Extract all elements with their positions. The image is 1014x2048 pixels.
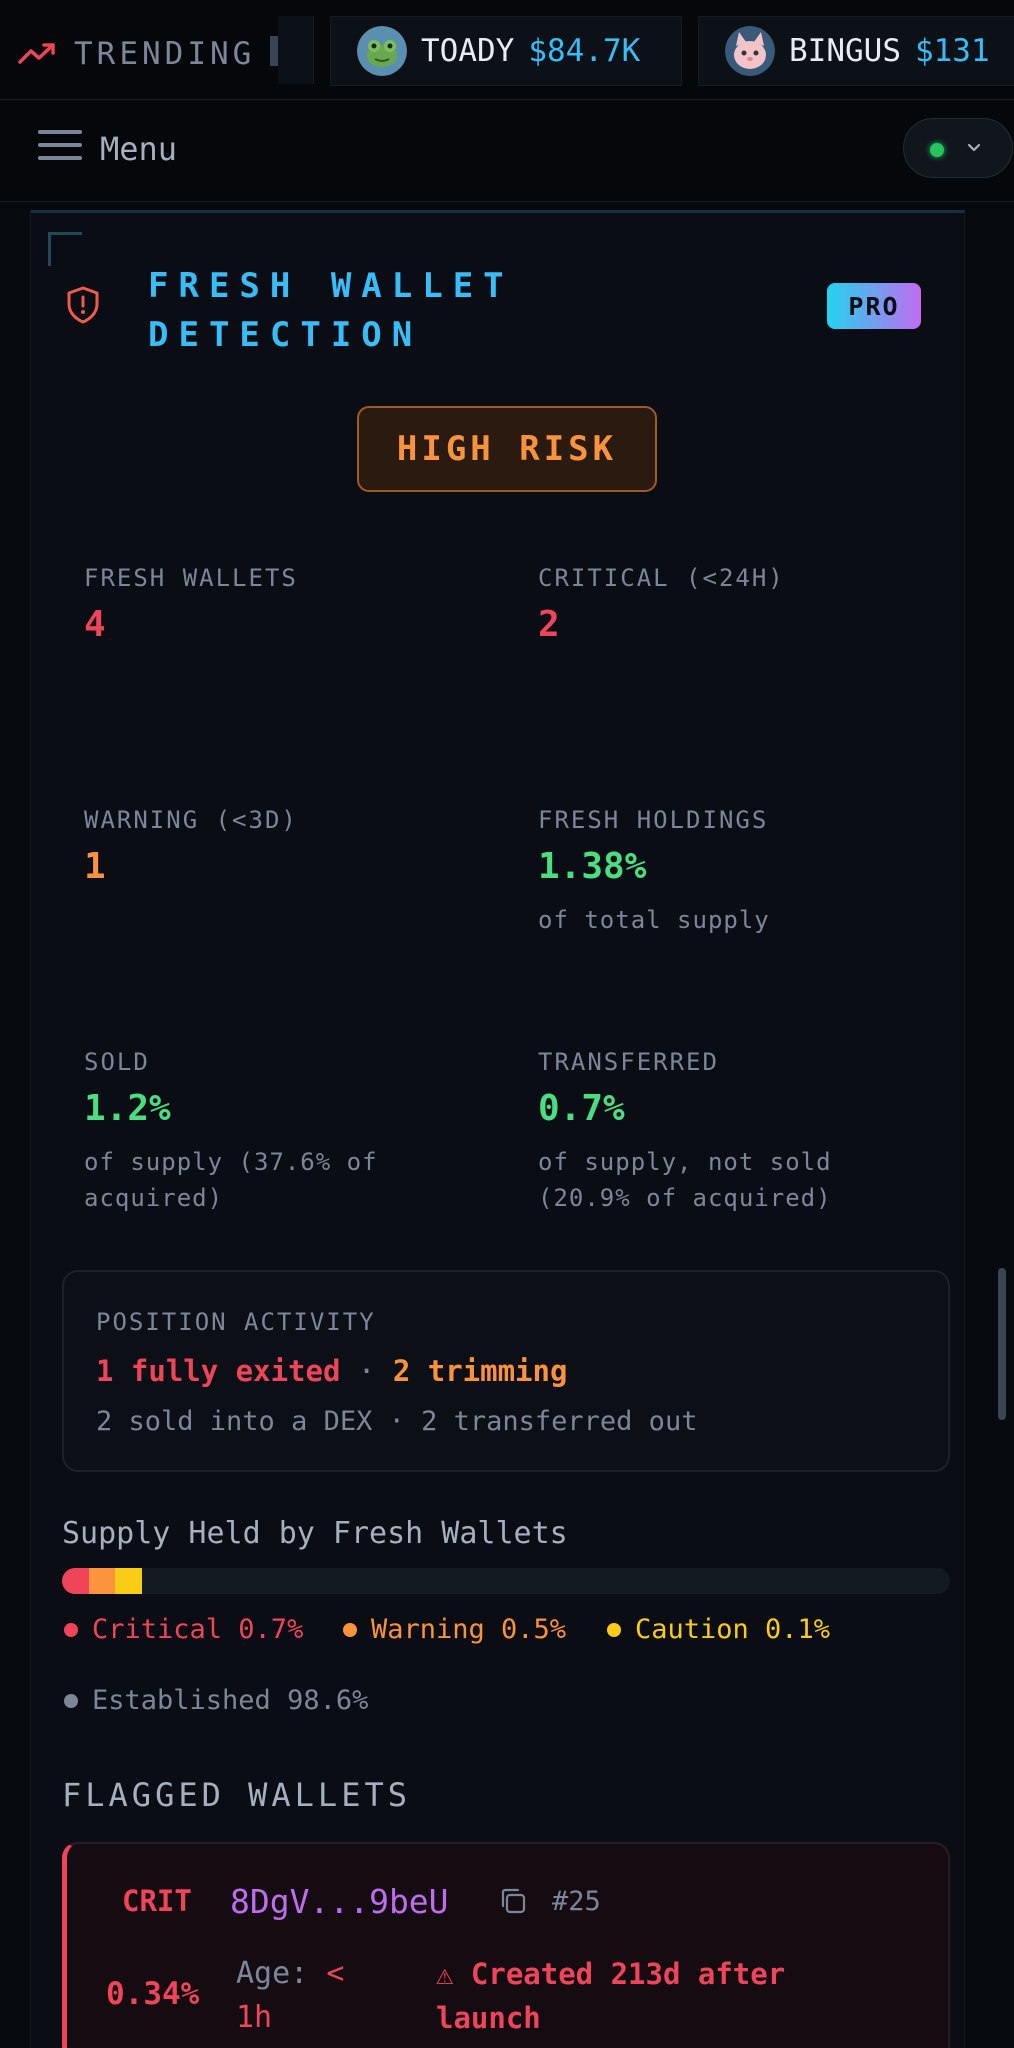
legend-dot-icon — [64, 1622, 78, 1637]
wallet-percent: 0.34% — [106, 1976, 200, 2012]
scrollbar[interactable] — [998, 1268, 1006, 1420]
menu-label[interactable]: Menu — [100, 130, 177, 168]
legend-caution: Caution 0.1% — [607, 1614, 830, 1645]
exited-count: 1 fully exited — [96, 1354, 341, 1388]
copy-icon[interactable] — [498, 1886, 528, 1920]
severity-tag: CRIT — [122, 1884, 192, 1918]
stat-value: 1 — [84, 846, 106, 887]
stat-label: CRITICAL (<24H) — [538, 564, 785, 592]
stat-label: FRESH HOLDINGS — [538, 806, 769, 834]
shield-alert-icon — [66, 286, 100, 328]
supply-distribution-bar — [62, 1568, 950, 1594]
wallet-rank: #25 — [552, 1886, 601, 1917]
legend-label: Warning 0.5% — [371, 1614, 567, 1645]
trimming-count: 2 trimming — [392, 1354, 568, 1388]
supply-title: Supply Held by Fresh Wallets — [62, 1516, 568, 1551]
legend-dot-icon — [607, 1622, 621, 1637]
wallet-warning-note: ⚠ Created 213d after launch — [436, 1957, 786, 2035]
stat-label: FRESH WALLETS — [84, 564, 298, 592]
corner-bracket-decoration — [48, 232, 82, 266]
stat-label: TRANSFERRED — [538, 1048, 719, 1076]
position-activity-summary: 1 fully exited · 2 trimming — [96, 1354, 567, 1388]
stat-sub: of supply, not sold (20.9% of acquired) — [538, 1148, 832, 1212]
stat-value: 1.38% — [538, 846, 647, 887]
age-label: Age: — [236, 1956, 309, 1991]
risk-level-badge: HIGH RISK — [357, 406, 657, 492]
chevron-down-icon — [964, 137, 984, 161]
legend-label: Critical 0.7% — [92, 1614, 304, 1645]
legend-established: Established 98.6% — [64, 1685, 368, 1716]
coin-symbol: BINGUS — [789, 33, 901, 69]
stat-label: WARNING (<3D) — [84, 806, 298, 834]
stat-value: 1.2% — [84, 1088, 171, 1129]
stat-value: 4 — [84, 604, 106, 645]
stat-sub: of total supply — [538, 906, 770, 934]
coin-price: $131 — [914, 33, 990, 69]
legend-dot-icon — [343, 1622, 357, 1637]
connection-status-dropdown[interactable] — [903, 118, 1013, 178]
ticker-coin-bingus[interactable]: BINGUS $131 — [698, 16, 1014, 86]
separator: · — [357, 1354, 376, 1388]
supply-segment-caution — [115, 1568, 142, 1594]
stat-value: 2 — [538, 604, 560, 645]
ticker-divider — [278, 16, 314, 84]
stat-sub: of supply (37.6% of acquired) — [84, 1148, 378, 1212]
wallet-age: Age: < 1h — [236, 1952, 376, 2040]
trending-up-icon — [18, 42, 56, 66]
wallet-address[interactable]: 8DgV...9beU — [230, 1882, 449, 1921]
frog-avatar-icon — [357, 26, 407, 76]
trending-ticker: TRENDING TOADY $84.7K BINGUS $131 — [0, 0, 1014, 100]
legend-label: Established 98.6% — [92, 1685, 369, 1716]
flagged-wallets-title: FLAGGED WALLETS — [62, 1776, 411, 1814]
trending-label: TRENDING — [74, 36, 256, 72]
status-dot-icon — [930, 143, 944, 157]
stat-value: 0.7% — [538, 1088, 625, 1129]
coin-price: $84.7K — [528, 33, 641, 69]
legend-label: Caution 0.1% — [635, 1614, 831, 1645]
coin-symbol: TOADY — [421, 33, 515, 69]
position-activity-label: POSITION ACTIVITY — [96, 1308, 376, 1336]
legend-warning: Warning 0.5% — [343, 1614, 566, 1645]
panel-title: FRESH WALLET DETECTION — [148, 266, 514, 355]
stat-label: SOLD — [84, 1048, 150, 1076]
pro-badge: PRO — [827, 283, 921, 329]
cat-avatar-icon — [725, 26, 775, 76]
menu-bar: Menu — [0, 100, 1014, 202]
legend-dot-icon — [64, 1693, 78, 1708]
supply-segment-critical — [62, 1568, 89, 1594]
hamburger-menu-icon[interactable] — [38, 130, 82, 160]
trending-label-group: TRENDING — [18, 36, 255, 72]
position-activity-detail: 2 sold into a DEX · 2 transferred out — [96, 1406, 698, 1437]
legend-critical: Critical 0.7% — [64, 1614, 303, 1645]
ticker-coin-toady[interactable]: TOADY $84.7K — [330, 16, 682, 86]
supply-segment-warning — [88, 1568, 116, 1594]
